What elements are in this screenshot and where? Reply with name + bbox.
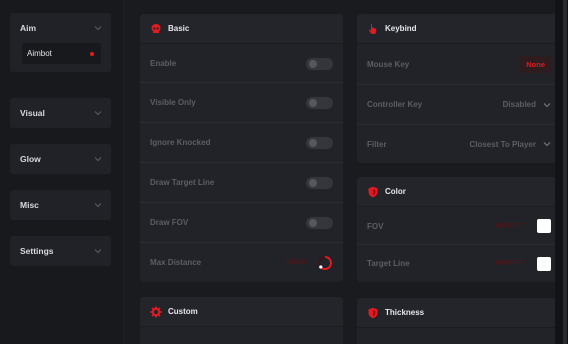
controller-key-value: Disabled xyxy=(502,100,536,109)
ignore-knocked-toggle[interactable] xyxy=(306,136,333,149)
filter-select[interactable]: Closest To Player xyxy=(469,140,551,149)
mouse-key-row: Mouse Key None xyxy=(357,45,561,85)
controller-key-row: Controller Key Disabled xyxy=(357,85,561,125)
max-distance-value: 150.00 xyxy=(285,259,307,266)
active-indicator-dot xyxy=(90,51,94,56)
sidebar-group-aim: Aim Aimbot xyxy=(10,13,111,72)
sidebar-item-label: Visual xyxy=(20,108,45,118)
sidebar-item-aim[interactable]: Aim xyxy=(10,13,111,43)
chevron-down-icon xyxy=(93,247,102,256)
target-line-color-hex: #FFFFFF xyxy=(495,260,525,267)
sidebar-item-label: Misc xyxy=(20,200,39,210)
max-distance-label: Max Distance xyxy=(150,258,202,267)
chevron-down-icon xyxy=(93,155,102,164)
target-line-color-swatch[interactable] xyxy=(537,256,551,271)
target-line-color-row: Target Line #FFFFFF xyxy=(357,245,561,282)
fov-color-row: FOV #FFFFFF xyxy=(357,208,561,245)
skull-icon xyxy=(149,22,162,35)
controller-key-select[interactable]: Disabled xyxy=(503,100,551,109)
keybind-panel-header: Keybind xyxy=(357,14,561,44)
filter-row: Filter Closest To Player xyxy=(357,125,561,163)
chevron-down-icon xyxy=(93,109,102,118)
keybind-panel: Keybind Mouse Key None Controller Key Di… xyxy=(357,14,561,163)
enable-toggle[interactable] xyxy=(306,57,333,70)
sidebar-subitem-label: Aimbot xyxy=(27,49,52,58)
max-distance-row: Max Distance 150.00 xyxy=(140,243,343,282)
sidebar-subitem-aimbot[interactable]: Aimbot xyxy=(22,43,101,64)
mouse-key-button[interactable]: None xyxy=(520,56,551,73)
custom-panel: Custom xyxy=(140,297,343,344)
sidebar-item-settings[interactable]: Settings xyxy=(10,236,111,266)
visible-only-label: Visible Only xyxy=(150,98,196,107)
color-panel: Color FOV #FFFFFF Target Line #FFFFFF xyxy=(357,177,561,282)
sidebar-item-label: Settings xyxy=(20,246,54,256)
chevron-down-icon xyxy=(542,100,551,109)
draw-target-line-toggle[interactable] xyxy=(306,176,333,189)
target-line-color-label: Target Line xyxy=(367,259,410,268)
sidebar-item-visual[interactable]: Visual xyxy=(10,98,111,128)
thickness-panel: Thickness xyxy=(357,298,561,344)
sidebar-group-visual: Visual xyxy=(10,98,111,128)
chevron-down-icon xyxy=(93,24,102,33)
sidebar-item-label: Glow xyxy=(20,154,41,164)
visible-only-row: Visible Only xyxy=(140,83,343,123)
enable-row: Enable xyxy=(140,45,343,83)
draw-target-line-label: Draw Target Line xyxy=(150,178,215,187)
ignore-knocked-row: Ignore Knocked xyxy=(140,123,343,163)
fov-color-swatch[interactable] xyxy=(537,219,551,233)
gear-icon xyxy=(149,305,162,318)
thickness-panel-header: Thickness xyxy=(357,298,561,328)
sidebar-group-misc: Misc xyxy=(10,190,111,220)
hand-pointer-icon xyxy=(366,22,379,35)
filter-label: Filter xyxy=(367,139,387,149)
panel-title: Color xyxy=(385,187,406,196)
sidebar-group-settings: Settings xyxy=(10,236,111,266)
panel-title: Keybind xyxy=(385,24,417,33)
mouse-key-label: Mouse Key xyxy=(367,60,410,69)
draw-fov-toggle[interactable] xyxy=(306,216,333,229)
shield-icon xyxy=(366,185,379,198)
draw-fov-row: Draw FOV xyxy=(140,203,343,243)
chevron-down-icon xyxy=(93,201,102,210)
panel-title: Basic xyxy=(168,24,190,33)
max-distance-dial[interactable] xyxy=(317,255,333,271)
chevron-down-icon xyxy=(542,140,551,149)
fov-color-label: FOV xyxy=(367,221,384,231)
custom-panel-header: Custom xyxy=(140,297,343,327)
visible-only-toggle[interactable] xyxy=(306,96,333,109)
shield-icon xyxy=(366,306,379,319)
filter-value: Closest To Player xyxy=(469,139,536,149)
draw-fov-label: Draw FOV xyxy=(150,218,189,227)
ignore-knocked-label: Ignore Knocked xyxy=(150,138,211,147)
controller-key-label: Controller Key xyxy=(367,100,423,109)
scrollbar[interactable] xyxy=(555,0,568,344)
sidebar-item-glow[interactable]: Glow xyxy=(10,144,111,174)
basic-panel-header: Basic xyxy=(140,14,343,44)
draw-target-line-row: Draw Target Line xyxy=(140,163,343,203)
sidebar-item-label: Aim xyxy=(20,23,37,33)
enable-label: Enable xyxy=(150,59,177,68)
panel-title: Thickness xyxy=(385,308,425,317)
sidebar: Aim Aimbot Visual Glow Misc Settings xyxy=(0,0,124,344)
color-panel-header: Color xyxy=(357,177,561,207)
panel-title: Custom xyxy=(168,307,198,316)
fov-color-hex: #FFFFFF xyxy=(495,222,525,230)
basic-panel: Basic Enable Visible Only Ignore Knocked… xyxy=(140,14,343,282)
sidebar-group-glow: Glow xyxy=(10,144,111,174)
sidebar-item-misc[interactable]: Misc xyxy=(10,190,111,220)
